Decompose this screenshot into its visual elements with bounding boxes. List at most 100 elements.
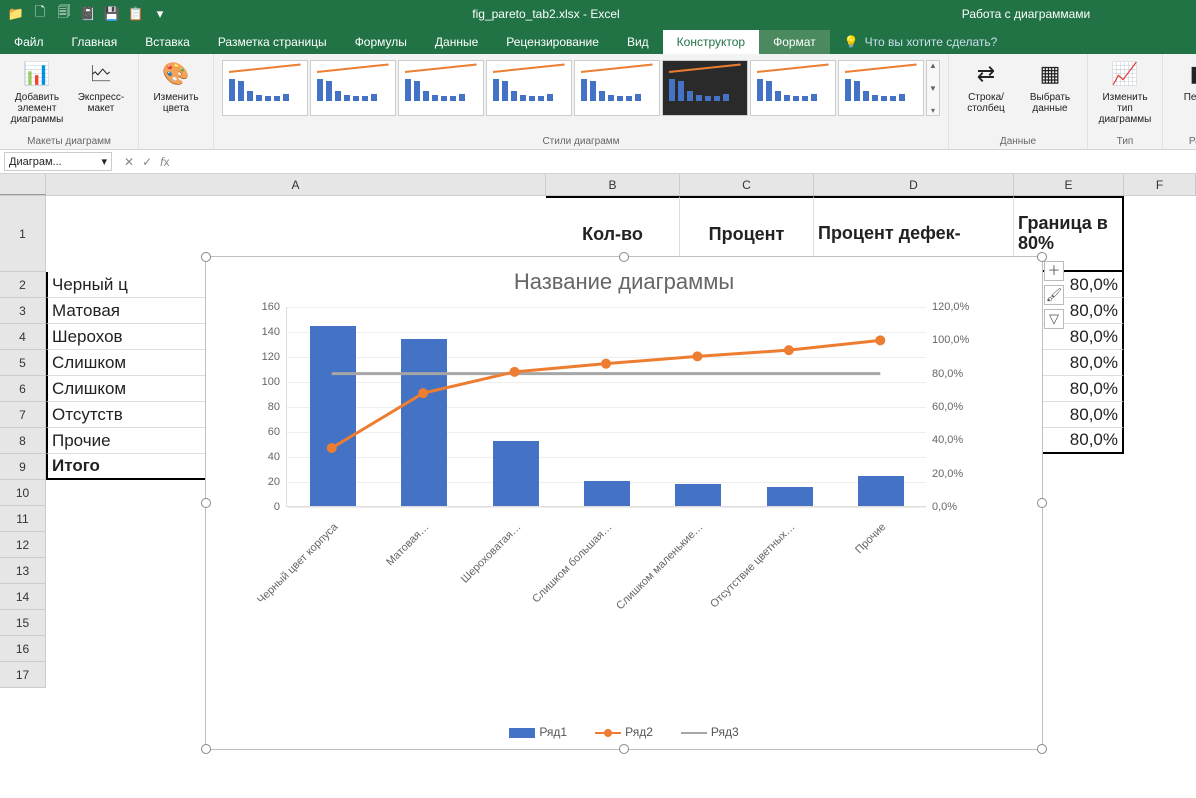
book-icon[interactable]: 📓	[80, 6, 96, 22]
group-data-label: Данные	[1000, 134, 1036, 147]
titlebar: 📁 🗋 🗐 📓 💾 📋 ▾ fig_pareto_tab2.xlsx - Exc…	[0, 0, 1196, 28]
handle-sw[interactable]	[201, 744, 211, 754]
chart-side-buttons: ＋ 🖌 ▽	[1044, 261, 1064, 329]
row-header-12[interactable]: 12	[0, 532, 46, 558]
chart-elements-button[interactable]: ＋	[1044, 261, 1064, 281]
col-header-A[interactable]: A	[46, 174, 546, 195]
legend-item-3[interactable]: Ряд3	[681, 725, 739, 739]
change-chart-type-button[interactable]: 📈Изменить тип диаграммы	[1096, 58, 1154, 125]
tab-insert[interactable]: Вставка	[131, 30, 204, 54]
tab-chart-format[interactable]: Формат	[759, 30, 830, 54]
tab-review[interactable]: Рецензирование	[492, 30, 613, 54]
group-layouts-label: Макеты диаграмм	[27, 134, 111, 147]
chart-style-3[interactable]	[398, 60, 484, 116]
tab-file[interactable]: Файл	[0, 30, 58, 54]
styles-gallery-scroll[interactable]: ▲ ▼ ▾	[926, 60, 940, 116]
row-header-17[interactable]: 17	[0, 662, 46, 688]
add-chart-element-button[interactable]: 📊Добавить элемент диаграммы	[8, 58, 66, 125]
qat-more-icon[interactable]: ▾	[152, 6, 168, 22]
change-colors-label: Изменить цвета	[147, 92, 205, 114]
open-icon[interactable]: 🗐	[56, 6, 72, 22]
fx-icon[interactable]: fx	[160, 155, 169, 169]
category-label-2: Шероховатая…	[416, 521, 523, 628]
row-header-14[interactable]: 14	[0, 584, 46, 610]
row-header-2[interactable]: 2	[0, 272, 46, 298]
scroll-up-icon[interactable]: ▲	[927, 61, 939, 70]
row-header-9[interactable]: 9	[0, 454, 46, 480]
chart-style-4[interactable]	[486, 60, 572, 116]
chart-filters-button[interactable]: ▽	[1044, 309, 1064, 329]
row-header-8[interactable]: 8	[0, 428, 46, 454]
chart-style-6[interactable]	[662, 60, 748, 116]
row-header-7[interactable]: 7	[0, 402, 46, 428]
row-header-6[interactable]: 6	[0, 376, 46, 402]
chart-legend[interactable]: Ряд1 Ряд2 Ряд3	[206, 725, 1042, 739]
ribbon: 📊Добавить элемент диаграммы 🗠Экспресс-ма…	[0, 54, 1196, 150]
chart-style-7[interactable]	[750, 60, 836, 116]
new-icon[interactable]: 🗋	[32, 6, 48, 22]
row-header-5[interactable]: 5	[0, 350, 46, 376]
tell-me-search[interactable]: 💡Что вы хотите сделать?	[830, 30, 1012, 54]
select-all-corner[interactable]	[0, 174, 46, 195]
tab-home[interactable]: Главная	[58, 30, 132, 54]
row-header-4[interactable]: 4	[0, 324, 46, 350]
tab-data[interactable]: Данные	[421, 30, 492, 54]
palette-icon: 🎨	[160, 58, 192, 90]
group-place-label: Расп	[1189, 134, 1196, 147]
chart-plot: 020406080100120140160 0,0%20,0%40,0%60,0…	[246, 307, 986, 567]
switch-row-column-button[interactable]: ⇄Строка/ столбец	[957, 58, 1015, 114]
save-icon[interactable]: 💾	[104, 6, 120, 22]
legend-item-1[interactable]: Ряд1	[509, 725, 567, 739]
col-header-C[interactable]: C	[680, 174, 814, 195]
handle-e[interactable]	[1037, 498, 1047, 508]
chart-style-2[interactable]	[310, 60, 396, 116]
enter-icon[interactable]: ✓	[142, 155, 152, 169]
legend-item-2[interactable]: Ряд2	[595, 725, 653, 739]
group-type-label: Тип	[1117, 134, 1134, 147]
cells-area[interactable]: Кол-во Процент Процент дефек- Граница в …	[46, 196, 1196, 688]
row-header-10[interactable]: 10	[0, 480, 46, 506]
row-header-16[interactable]: 16	[0, 636, 46, 662]
col-header-D[interactable]: D	[814, 174, 1014, 195]
handle-w[interactable]	[201, 498, 211, 508]
row-header-3[interactable]: 3	[0, 298, 46, 324]
scroll-more-icon[interactable]: ▾	[927, 106, 939, 115]
chart-object[interactable]: ＋ 🖌 ▽ Название диаграммы 020406080100	[205, 256, 1043, 750]
add-element-icon: 📊	[21, 58, 53, 90]
row-header-11[interactable]: 11	[0, 506, 46, 532]
scroll-down-icon[interactable]: ▼	[927, 84, 939, 93]
quick-layout-button[interactable]: 🗠Экспресс-макет	[72, 58, 130, 114]
handle-n[interactable]	[619, 252, 629, 262]
chart-style-1[interactable]	[222, 60, 308, 116]
col-header-F[interactable]: F	[1124, 174, 1196, 195]
formula-input[interactable]	[177, 160, 1196, 164]
handle-nw[interactable]	[201, 252, 211, 262]
paste-icon[interactable]: 📋	[128, 6, 144, 22]
chart-style-8[interactable]	[838, 60, 924, 116]
tab-chart-design[interactable]: Конструктор	[663, 30, 759, 54]
col-header-B[interactable]: B	[546, 174, 680, 195]
tab-page-layout[interactable]: Разметка страницы	[204, 30, 341, 54]
row-header-1[interactable]: 1	[0, 196, 46, 272]
chart-title[interactable]: Название диаграммы	[206, 257, 1042, 299]
tab-formulas[interactable]: Формулы	[341, 30, 421, 54]
change-colors-button[interactable]: 🎨Изменить цвета	[147, 58, 205, 114]
chart-styles-button[interactable]: 🖌	[1044, 285, 1064, 305]
move-chart-button[interactable]: ◧Пер ди	[1171, 58, 1196, 103]
row-header-15[interactable]: 15	[0, 610, 46, 636]
handle-ne[interactable]	[1037, 252, 1047, 262]
folder-icon[interactable]: 📁	[8, 6, 24, 22]
select-data-button[interactable]: ▦Выбрать данные	[1021, 58, 1079, 114]
row-header-13[interactable]: 13	[0, 558, 46, 584]
name-box[interactable]: Диаграм...▾	[4, 152, 112, 171]
handle-se[interactable]	[1037, 744, 1047, 754]
cancel-icon[interactable]: ✕	[124, 155, 134, 169]
handle-s[interactable]	[619, 744, 629, 754]
tab-view[interactable]: Вид	[613, 30, 663, 54]
chart-style-5[interactable]	[574, 60, 660, 116]
tell-me-label: Что вы хотите сделать?	[865, 35, 998, 49]
formula-bar: Диаграм...▾ ✕ ✓ fx	[0, 150, 1196, 174]
legend-label-3: Ряд3	[711, 725, 739, 739]
chevron-down-icon[interactable]: ▾	[101, 155, 107, 168]
col-header-E[interactable]: E	[1014, 174, 1124, 195]
